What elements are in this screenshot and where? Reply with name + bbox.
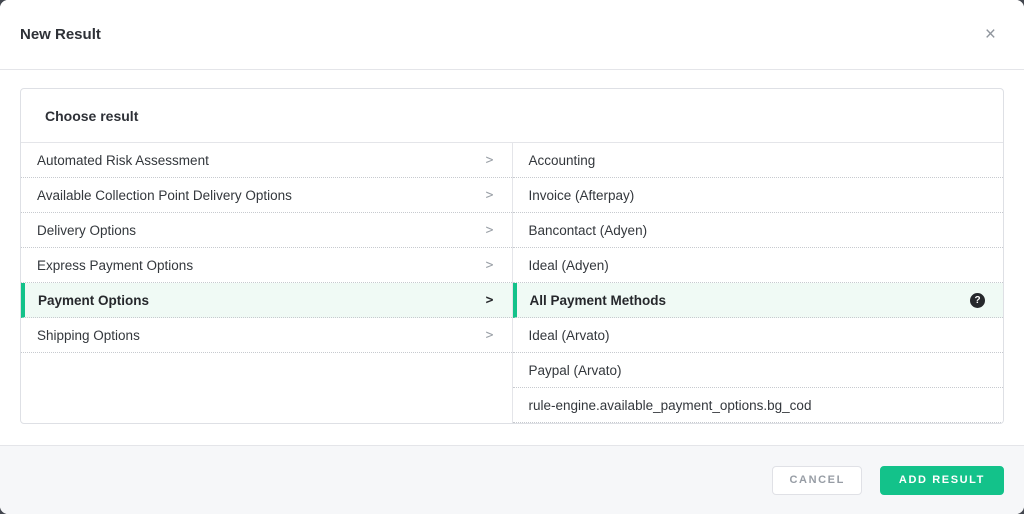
close-icon[interactable]: × xyxy=(981,23,1000,46)
category-list: Automated Risk Assessment > Available Coll… xyxy=(21,143,513,423)
category-item[interactable]: Automated Risk Assessment > xyxy=(21,143,512,178)
category-item-label: Delivery Options xyxy=(37,223,136,238)
result-item-label: Invoice (Afterpay) xyxy=(529,188,635,203)
category-item[interactable]: Shipping Options > xyxy=(21,318,512,353)
modal-title: New Result xyxy=(20,26,101,43)
result-item[interactable]: Accounting xyxy=(513,143,1004,178)
help-icon[interactable]: ? xyxy=(970,293,985,308)
choose-result-panel: Choose result Automated Risk Assessment >… xyxy=(20,88,1004,424)
category-item[interactable]: Available Collection Point Delivery Opti… xyxy=(21,178,512,213)
chevron-right-icon: > xyxy=(486,189,494,202)
picker-columns: Automated Risk Assessment > Available Coll… xyxy=(21,143,1003,423)
category-item[interactable]: Payment Options > xyxy=(21,283,512,318)
category-item[interactable]: Delivery Options > xyxy=(21,213,512,248)
result-item[interactable]: Ideal (Adyen) xyxy=(513,248,1004,283)
chevron-right-icon: > xyxy=(486,259,494,272)
category-item-label: Automated Risk Assessment xyxy=(37,153,209,168)
result-item[interactable]: Ideal (Arvato) xyxy=(513,318,1004,353)
category-item[interactable]: Express Payment Options > xyxy=(21,248,512,283)
new-result-modal: New Result × Choose result Automated Ris… xyxy=(0,0,1024,514)
result-item-label: All Payment Methods xyxy=(530,293,667,308)
modal-body: Choose result Automated Risk Assessment >… xyxy=(0,70,1024,445)
cancel-button[interactable]: CANCEL xyxy=(772,466,861,495)
result-item[interactable]: Invoice (Afterpay) xyxy=(513,178,1004,213)
chevron-right-icon: > xyxy=(486,329,494,342)
result-item[interactable]: Bancontact (Adyen) xyxy=(513,213,1004,248)
result-item[interactable]: All Payment Methods? xyxy=(513,283,1004,318)
modal-header: New Result × xyxy=(0,0,1024,70)
category-item-label: Available Collection Point Delivery Opti… xyxy=(37,188,292,203)
result-item[interactable]: rule-engine.available_payment_options.bg… xyxy=(513,388,1004,423)
result-item-label: Accounting xyxy=(529,153,596,168)
chevron-right-icon: > xyxy=(486,224,494,237)
result-item-label: rule-engine.available_payment_options.bg… xyxy=(529,398,812,413)
result-item[interactable]: Paypal (Arvato) xyxy=(513,353,1004,388)
category-item-label: Shipping Options xyxy=(37,328,140,343)
result-item-label: Ideal (Adyen) xyxy=(529,258,609,273)
add-result-button[interactable]: ADD RESULT xyxy=(880,466,1004,495)
category-item-label: Express Payment Options xyxy=(37,258,193,273)
result-item-label: Ideal (Arvato) xyxy=(529,328,610,343)
chevron-right-icon: > xyxy=(486,154,494,167)
modal-footer: CANCEL ADD RESULT xyxy=(0,445,1024,514)
result-item-label: Paypal (Arvato) xyxy=(529,363,622,378)
result-item-label: Bancontact (Adyen) xyxy=(529,223,648,238)
category-item-label: Payment Options xyxy=(38,293,149,308)
chevron-right-icon: > xyxy=(486,294,494,307)
result-list: Accounting Invoice (Afterpay) Bancontact (… xyxy=(513,143,1004,423)
panel-title: Choose result xyxy=(21,89,1003,143)
